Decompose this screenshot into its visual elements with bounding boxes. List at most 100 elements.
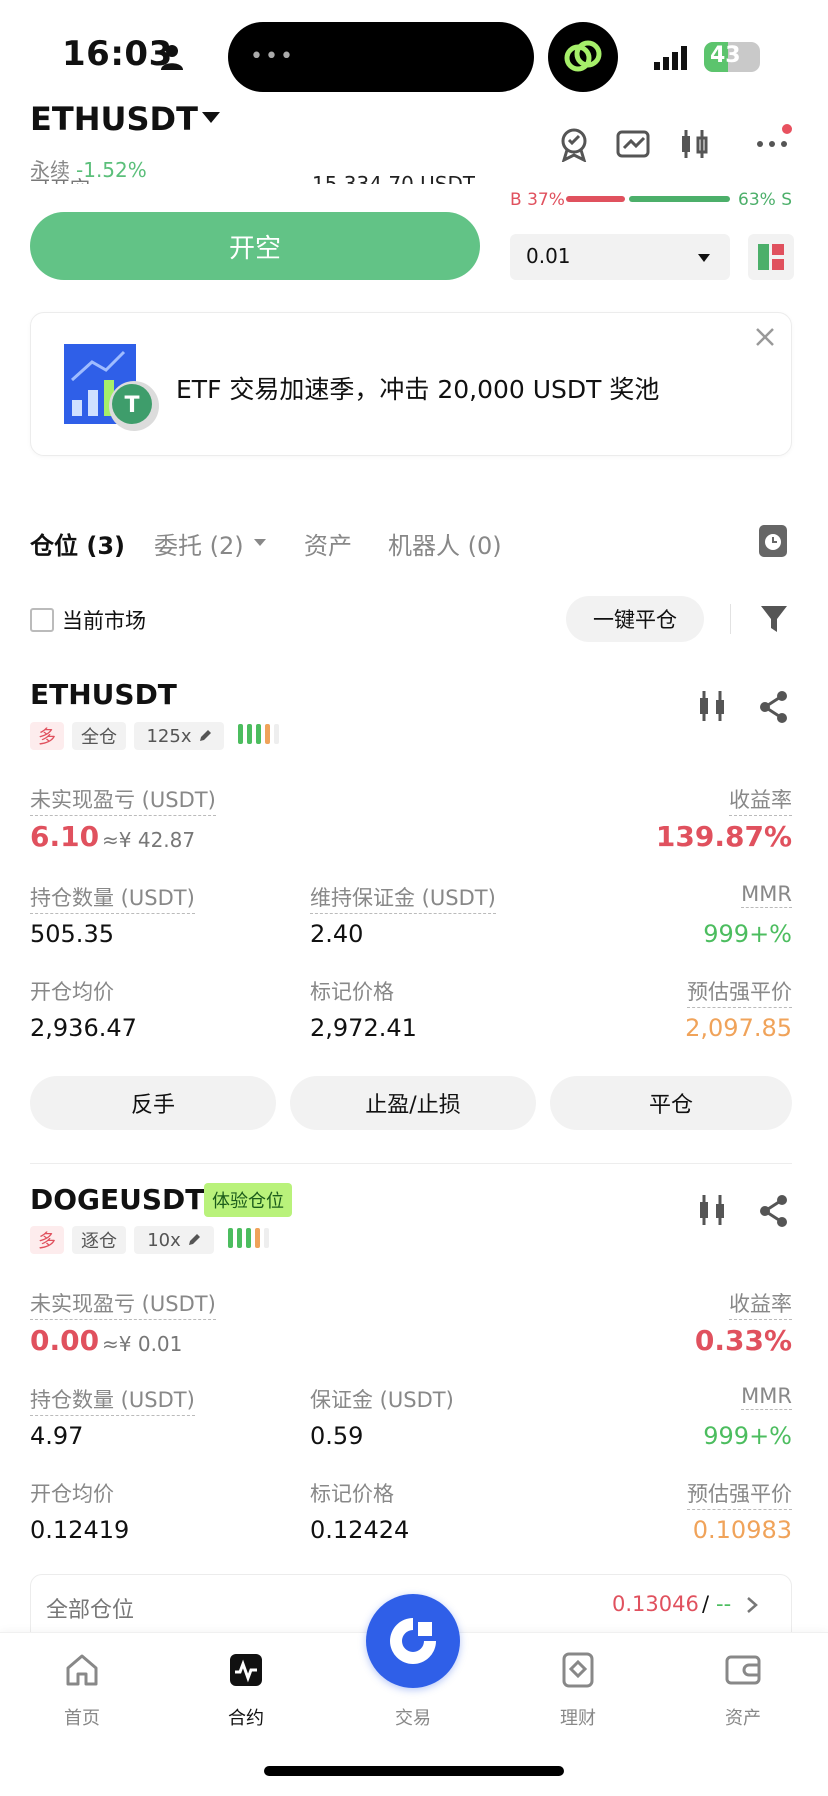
unrealized-pnl-label[interactable]: 未实现盈亏 (USDT) bbox=[30, 784, 216, 816]
quantity-value: 0.01 bbox=[526, 244, 571, 268]
symbol-title[interactable]: ETHUSDT bbox=[30, 100, 198, 138]
side-tag: 多 bbox=[30, 1226, 64, 1254]
sell-ratio: 63% S bbox=[738, 190, 792, 210]
dynamic-island: ••• bbox=[228, 22, 534, 92]
candlestick-icon[interactable] bbox=[696, 1192, 728, 1228]
layout-icon bbox=[758, 244, 784, 270]
quantity-select[interactable]: 0.01 bbox=[510, 234, 730, 280]
nav-assets-label[interactable]: 资产 bbox=[703, 1704, 783, 1730]
home-indicator bbox=[264, 1766, 564, 1776]
risk-level-bars bbox=[238, 724, 283, 744]
close-position-button[interactable]: 平仓 bbox=[550, 1076, 792, 1130]
svg-text:T: T bbox=[124, 393, 139, 418]
current-market-checkbox[interactable] bbox=[30, 608, 54, 632]
entry-price-label: 开仓均价 bbox=[30, 1482, 114, 1506]
liq-price-label[interactable]: 预估强平价 bbox=[687, 976, 792, 1008]
buy-ratio: B 37% bbox=[510, 190, 565, 210]
leverage-value: 125x bbox=[146, 725, 192, 747]
position-size-value: 505.35 bbox=[30, 920, 114, 948]
tab-orders[interactable]: 委托 (2) bbox=[154, 526, 244, 561]
roe-label[interactable]: 收益率 bbox=[729, 784, 792, 816]
margin-label: 保证金 (USDT) bbox=[310, 1388, 454, 1412]
position-symbol[interactable]: DOGEUSDT bbox=[30, 1183, 204, 1216]
divider bbox=[730, 604, 731, 634]
history-icon[interactable] bbox=[758, 524, 788, 558]
mark-price-label: 标记价格 bbox=[310, 980, 394, 1004]
reverse-button[interactable]: 反手 bbox=[30, 1076, 276, 1130]
maint-margin-label[interactable]: 维持保证金 (USDT) bbox=[310, 882, 496, 914]
open-short-button[interactable]: 开空 bbox=[30, 212, 480, 280]
nav-finance-label[interactable]: 理财 bbox=[538, 1704, 618, 1730]
entry-price-value: 0.12419 bbox=[30, 1516, 130, 1544]
wallet-icon[interactable] bbox=[725, 1652, 761, 1688]
candlestick-icon[interactable] bbox=[696, 688, 728, 724]
margin-mode-tag[interactable]: 逐仓 bbox=[72, 1226, 126, 1254]
roe-label[interactable]: 收益率 bbox=[729, 1288, 792, 1320]
cellular-signal-icon bbox=[654, 46, 687, 70]
orderbook-layout-button[interactable] bbox=[748, 234, 794, 280]
nav-home-label[interactable]: 首页 bbox=[42, 1704, 122, 1730]
sell-ratio-bar bbox=[629, 196, 730, 202]
nav-trade-label[interactable]: 交易 bbox=[373, 1704, 453, 1730]
mmr-label[interactable]: MMR bbox=[741, 882, 792, 908]
chevron-right-icon[interactable] bbox=[744, 1596, 760, 1614]
margin-mode-tag[interactable]: 全仓 bbox=[72, 722, 126, 750]
liq-price-value: 2,097.85 bbox=[685, 1014, 792, 1042]
leverage-value: 10x bbox=[147, 1229, 181, 1251]
chevron-down-icon bbox=[698, 254, 710, 262]
live-activity-icon[interactable] bbox=[548, 22, 618, 92]
finance-icon[interactable] bbox=[560, 1652, 596, 1688]
candlestick-icon[interactable] bbox=[676, 126, 712, 162]
mmr-label[interactable]: MMR bbox=[741, 1384, 792, 1410]
position-size-value: 4.97 bbox=[30, 1422, 84, 1450]
entry-price-value: 2,936.47 bbox=[30, 1014, 137, 1042]
close-all-button[interactable]: 一键平仓 bbox=[566, 596, 704, 642]
all-positions-label[interactable]: 全部仓位 bbox=[46, 1592, 134, 1624]
leverage-tag[interactable]: 125x bbox=[134, 722, 224, 750]
banner-text[interactable]: ETF 交易加速季，冲击 20,000 USDT 奖池 bbox=[176, 370, 659, 406]
buy-ratio-bar bbox=[566, 196, 625, 202]
current-market-label[interactable]: 当前市场 bbox=[62, 605, 146, 635]
maint-margin-value: 2.40 bbox=[310, 920, 364, 948]
tab-assets[interactable]: 资产 bbox=[304, 526, 352, 561]
tab-positions[interactable]: 仓位 (3) bbox=[30, 526, 125, 561]
unrealized-pnl-label[interactable]: 未实现盈亏 (USDT) bbox=[30, 1288, 216, 1320]
position-size-label[interactable]: 持仓数量 (USDT) bbox=[30, 882, 195, 914]
unrealized-pnl-value: 6.10 bbox=[30, 820, 100, 853]
tab-bots[interactable]: 机器人 (0) bbox=[388, 526, 502, 561]
close-icon[interactable] bbox=[754, 326, 776, 348]
mark-price-value: 0.12424 bbox=[310, 1516, 410, 1544]
nav-contract-label[interactable]: 合约 bbox=[206, 1704, 286, 1730]
position-symbol[interactable]: ETHUSDT bbox=[30, 678, 177, 711]
status-time: 16:03 bbox=[62, 34, 173, 74]
margin-value: 0.59 bbox=[310, 1422, 364, 1450]
unrealized-pnl-cny: ≈¥ 42.87 bbox=[102, 828, 196, 852]
notification-dot bbox=[782, 124, 792, 134]
liq-price-label[interactable]: 预估强平价 bbox=[687, 1478, 792, 1510]
tp-sl-button[interactable]: 止盈/止损 bbox=[290, 1076, 536, 1130]
banner-illustration-icon: T bbox=[64, 344, 159, 431]
edit-icon bbox=[188, 1234, 200, 1245]
filter-icon[interactable] bbox=[760, 604, 788, 634]
chart-compare-icon[interactable] bbox=[616, 126, 652, 162]
side-tag: 多 bbox=[30, 722, 64, 750]
symbol-dropdown-icon[interactable] bbox=[202, 112, 220, 123]
entry-price-label: 开仓均价 bbox=[30, 980, 114, 1004]
contract-icon[interactable] bbox=[228, 1652, 264, 1688]
leverage-tag[interactable]: 10x bbox=[134, 1226, 214, 1254]
battery-text: 43 bbox=[710, 43, 741, 68]
unrealized-pnl-cny: ≈¥ 0.01 bbox=[102, 1332, 183, 1356]
all-positions-separator: / bbox=[702, 1592, 710, 1616]
position-size-label[interactable]: 持仓数量 (USDT) bbox=[30, 1384, 195, 1416]
mark-price-value: 2,972.41 bbox=[310, 1014, 417, 1042]
home-icon[interactable] bbox=[64, 1652, 100, 1688]
share-icon[interactable] bbox=[758, 1194, 790, 1228]
orders-dropdown-icon[interactable] bbox=[254, 539, 266, 546]
roe-value: 139.87% bbox=[655, 820, 792, 853]
all-positions-price: 0.13046 bbox=[612, 1592, 699, 1616]
trade-button[interactable] bbox=[366, 1594, 460, 1688]
badge-icon[interactable] bbox=[556, 126, 592, 162]
mmr-value: 999+% bbox=[703, 920, 792, 948]
share-icon[interactable] bbox=[758, 690, 790, 724]
battery-icon: 43 bbox=[704, 42, 760, 72]
